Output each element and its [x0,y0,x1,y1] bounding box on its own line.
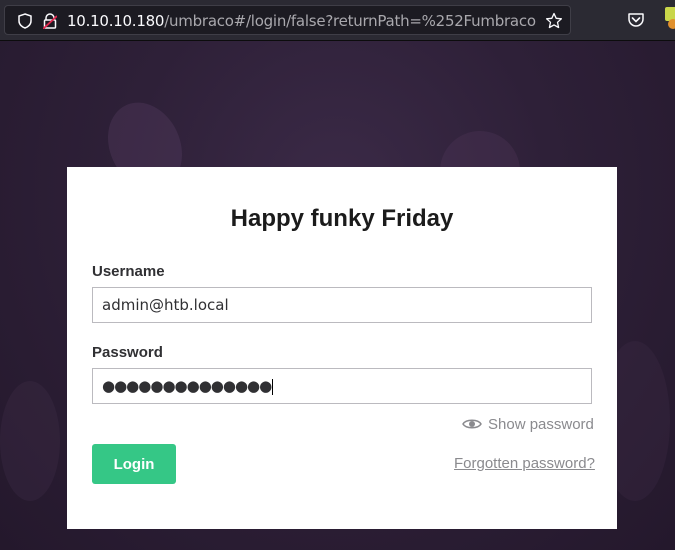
show-password-label: Show password [488,415,594,433]
url-text[interactable]: 10.10.10.180/umbraco#/login/false?return… [67,12,536,30]
username-value: admin@htb.local [102,296,229,314]
address-bar[interactable]: 10.10.10.180/umbraco#/login/false?return… [4,5,571,35]
shield-icon[interactable] [17,13,33,29]
browser-toolbar: 10.10.10.180/umbraco#/login/false?return… [0,0,675,41]
extension-icon[interactable] [665,7,675,29]
show-password-toggle[interactable]: Show password [462,415,594,433]
password-value: ●●●●●●●●●●●●●● [102,377,272,395]
username-input[interactable]: admin@htb.local [92,287,592,323]
lock-warning-icon[interactable] [43,13,57,29]
username-label: Username [92,263,165,280]
login-card: Happy funky Friday Username admin@htb.lo… [67,167,617,529]
star-icon[interactable] [545,12,563,30]
url-host: 10.10.10.180 [67,12,165,30]
text-caret [272,378,274,395]
pocket-icon[interactable] [627,11,645,29]
background-shape [0,381,60,501]
forgot-password-link[interactable]: Forgotten password? [454,455,595,472]
eye-icon [462,419,482,429]
url-path: /umbraco#/login/false?returnPath=%252Fum… [164,12,536,30]
login-button[interactable]: Login [92,444,176,484]
password-label: Password [92,344,163,361]
password-input[interactable]: ●●●●●●●●●●●●●● [92,368,592,404]
login-title: Happy funky Friday [230,205,454,232]
